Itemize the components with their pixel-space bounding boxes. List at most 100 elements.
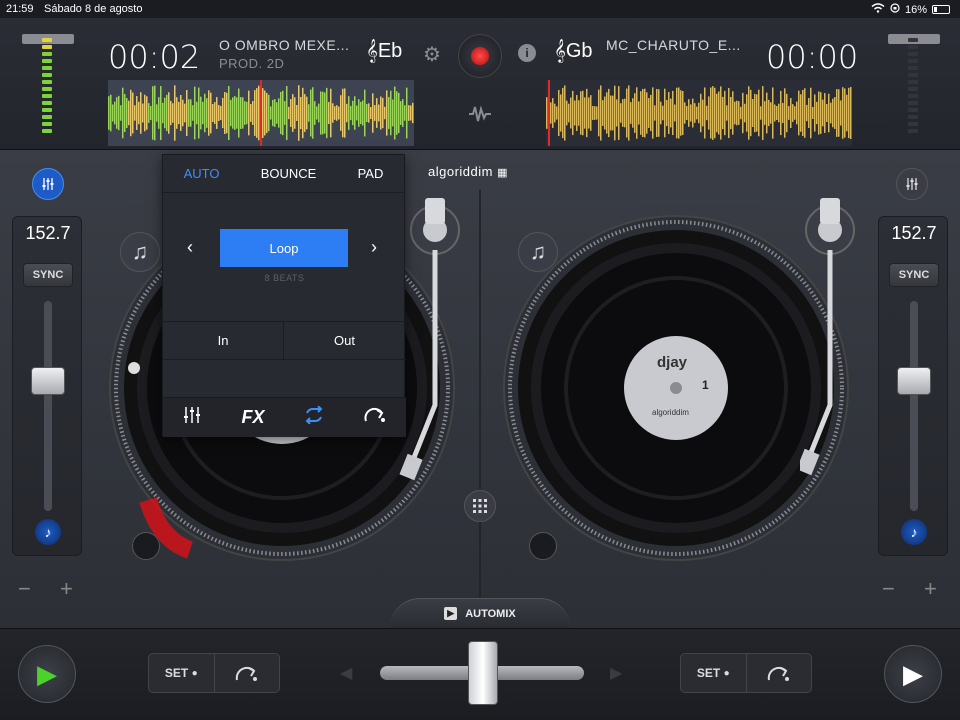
automix-label: AUTOMIX [465, 607, 516, 620]
waveform-bar [176, 97, 178, 129]
waveform-bar [578, 100, 580, 126]
info-icon[interactable]: i [518, 44, 536, 62]
deck-left-plus-button[interactable]: + [60, 576, 73, 602]
deck-right-waveform[interactable] [546, 80, 852, 146]
deck-right-bpm[interactable]: 152.7 [879, 223, 949, 244]
deck-right-play-button[interactable]: ▶ [884, 645, 942, 703]
waveform-bar [832, 98, 834, 128]
waveform-bar [628, 85, 630, 141]
waveform-bar [800, 94, 802, 132]
mixer-icon[interactable] [32, 168, 64, 200]
waveform-bar [172, 103, 174, 123]
waveform-bar [646, 92, 648, 134]
waveform-bar [322, 91, 324, 135]
waveform-bar [674, 104, 676, 122]
left-level-meter [40, 38, 54, 138]
waveform-bar [182, 99, 184, 127]
waveform-bar [330, 88, 332, 138]
deck-left-set-button[interactable]: SET ● [149, 654, 215, 692]
automix-button[interactable]: ▶ AUTOMIX [390, 598, 570, 628]
waveform-bar [638, 101, 640, 125]
deck-left-music-note-icon[interactable]: ♪ [35, 519, 61, 545]
loop-beats-label: 8 BEATS [264, 273, 305, 283]
waveform-bar [748, 86, 750, 140]
tab-pad[interactable]: PAD [354, 166, 388, 181]
waveform-bar [630, 102, 632, 124]
deck-right-pitch-handle[interactable] [897, 367, 931, 395]
waveform-bar [240, 97, 242, 129]
waveform-bar [614, 85, 616, 141]
waveform-bar [270, 106, 272, 120]
waveform-bar [284, 101, 286, 125]
crossfader-handle[interactable] [468, 641, 498, 705]
waveform-bar [582, 90, 584, 136]
tab-auto[interactable]: AUTO [180, 166, 224, 181]
deck-left-skip-button[interactable] [215, 654, 280, 692]
waveform-bar [562, 87, 564, 139]
waveform-sync-icon[interactable] [468, 104, 492, 129]
skip-icon[interactable] [364, 407, 386, 428]
waveform-bar [584, 97, 586, 129]
waveform-bar [372, 93, 374, 133]
deck-left-sync-button[interactable]: SYNC [23, 263, 73, 287]
deck-right-skip-button[interactable] [747, 654, 812, 692]
loop-out-button[interactable]: Out [284, 321, 405, 359]
tab-bounce[interactable]: BOUNCE [257, 166, 321, 181]
deck-left-key[interactable]: 𝄞Eb [366, 40, 402, 63]
waveform-bar [198, 87, 200, 139]
waveform-bar [110, 94, 112, 132]
chevron-left-icon[interactable]: ‹ [187, 237, 193, 258]
play-icon-small: ▶ [444, 607, 458, 620]
deck-left-library-button[interactable]: ♫ [120, 232, 160, 272]
deck-left-minus-button[interactable]: − [18, 576, 31, 602]
gear-icon[interactable]: ⚙ [423, 42, 441, 67]
waveform-bar [348, 96, 350, 130]
waveform-bar [558, 89, 560, 137]
loop-in-button[interactable]: In [163, 321, 284, 359]
deck-left-title[interactable]: O OMBRO MEXE... [219, 37, 349, 53]
deck-left-waveform[interactable] [108, 80, 414, 146]
deck-right-title[interactable]: MC_CHARUTO_E... [606, 37, 741, 53]
waveform-bar [632, 98, 634, 128]
waveform-bar [108, 96, 110, 130]
waveform-bar [654, 105, 656, 121]
fx-button[interactable]: FX [241, 407, 264, 428]
waveform-bar [696, 106, 698, 120]
meter-segment [42, 52, 52, 56]
deck-left-bpm[interactable]: 152.7 [13, 223, 83, 244]
deck-left-play-button[interactable]: ▶ [18, 645, 76, 703]
waveform-bar [844, 88, 846, 138]
mixer-icon-right[interactable] [896, 168, 928, 200]
chevron-right-icon[interactable]: › [371, 237, 377, 258]
deck-left-start-stop-button[interactable] [132, 532, 160, 560]
waveform-bar [200, 96, 202, 130]
waveform-bar [652, 87, 654, 139]
waveform-bar [124, 94, 126, 132]
deck-left-tonearm[interactable] [395, 190, 465, 490]
deck-left-pitch-handle[interactable] [31, 367, 65, 395]
grid-icon[interactable] [464, 490, 496, 522]
deck-left-pitch-track[interactable] [44, 301, 52, 511]
deck-right-start-stop-button[interactable] [529, 532, 557, 560]
deck-right-tonearm[interactable] [800, 190, 870, 490]
deck-right-key[interactable]: 𝄞Gb [554, 40, 593, 63]
deck-right-library-button[interactable]: ♫ [518, 232, 558, 272]
waveform-bar [262, 88, 264, 138]
waveform-bar [818, 91, 820, 135]
deck-right-pitch-track[interactable] [910, 301, 918, 511]
waveform-bar [702, 99, 704, 127]
waveform-bar [732, 91, 734, 135]
deck-right-minus-button[interactable]: − [882, 576, 895, 602]
deck-right-sync-button[interactable]: SYNC [889, 263, 939, 287]
loop-button[interactable]: Loop [220, 229, 348, 267]
equalizer-icon[interactable] [182, 406, 202, 429]
waveform-bar [566, 100, 568, 126]
deck-right-music-note-icon[interactable]: ♪ [901, 519, 927, 545]
waveform-bar [328, 101, 330, 125]
loop-icon[interactable] [303, 405, 325, 429]
deck-right-set-button[interactable]: SET ● [681, 654, 747, 692]
waveform-bar [612, 95, 614, 131]
record-button[interactable] [458, 34, 502, 78]
waveform-bar [700, 93, 702, 133]
deck-right-plus-button[interactable]: + [924, 576, 937, 602]
